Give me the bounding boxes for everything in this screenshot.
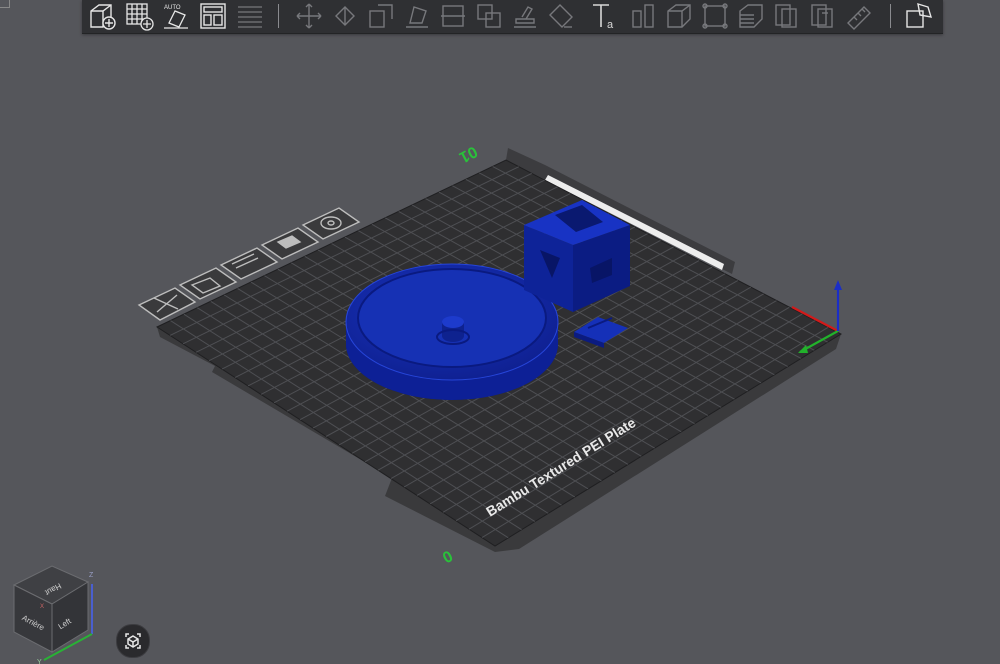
view-cube-x-label: X bbox=[40, 604, 44, 610]
plate-number-bottom: 0 bbox=[439, 546, 455, 565]
view-cube-z-label: Z bbox=[89, 572, 94, 579]
view-cube[interactable]: Haut Left Arrière Z Y X bbox=[12, 565, 94, 664]
3d-viewport[interactable]: 01 0 Bambu Textured PEI Plate Haut Left … bbox=[0, 0, 1000, 664]
view-cube-y-label: Y bbox=[37, 659, 42, 664]
plate-number-top: 01 bbox=[456, 142, 480, 165]
axis-z-arrow bbox=[834, 280, 842, 290]
camera-view-button[interactable] bbox=[116, 624, 150, 658]
camera-view-icon bbox=[125, 633, 141, 649]
